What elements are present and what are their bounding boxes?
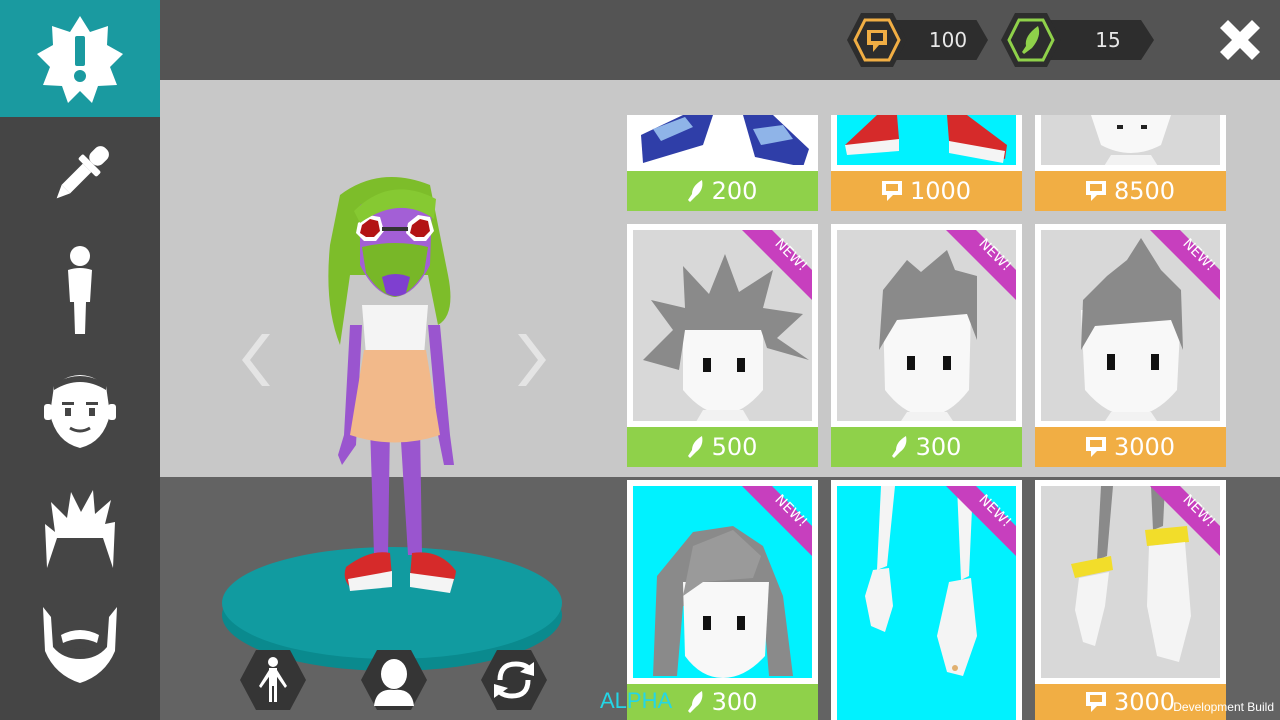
alert-tab[interactable] — [0, 0, 160, 117]
body-icon — [68, 246, 92, 334]
tile-mohawk-hair[interactable]: NEW! 3000 — [1035, 224, 1226, 467]
price-tag: 300 — [831, 427, 1022, 467]
feather-icon — [687, 436, 702, 458]
price-tag: 1000 — [831, 171, 1022, 211]
rotate-right-arrow[interactable] — [510, 330, 550, 390]
tile-red-sneakers[interactable]: 1000 — [831, 115, 1022, 211]
price-value: 8500 — [1113, 177, 1176, 205]
price-value: 3000 — [1113, 688, 1176, 716]
red-sneakers-image — [845, 115, 1007, 163]
blue-sneakers-image — [641, 115, 809, 165]
character-model[interactable] — [320, 175, 470, 600]
feather-balance-value: 15 — [1046, 20, 1154, 60]
category-sidebar — [0, 0, 160, 720]
item-preview: NEW! — [831, 480, 1022, 720]
chat-token-icon — [1085, 437, 1106, 457]
price-value: 3000 — [1113, 433, 1176, 461]
price-value: 500 — [711, 433, 758, 461]
price-tag: 8500 — [1035, 171, 1226, 211]
tile-blue-sneakers[interactable]: 200 — [627, 115, 818, 211]
item-preview — [831, 115, 1022, 171]
chat-token-icon — [1085, 692, 1106, 712]
head-view-button[interactable] — [360, 648, 428, 712]
tile-spiky-hair[interactable]: NEW! 500 — [627, 224, 818, 467]
chat-token-icon — [881, 181, 902, 201]
new-ribbon: NEW! — [1150, 230, 1220, 300]
feather-icon — [687, 180, 702, 202]
item-preview: NEW! — [627, 480, 818, 684]
body-tab[interactable] — [0, 240, 160, 340]
item-preview: NEW! — [1035, 224, 1226, 427]
price-value: 1000 — [909, 177, 972, 205]
close-icon[interactable] — [1214, 14, 1266, 66]
full-body-view-button[interactable] — [239, 648, 307, 712]
tile-white-gloves[interactable]: NEW! — [831, 480, 1022, 720]
feather-balance: 15 — [1000, 12, 1154, 68]
tile-gold-bracer-gloves[interactable]: NEW! 3000 — [1035, 480, 1226, 720]
price-tag: 200 — [627, 171, 818, 211]
new-ribbon: NEW! — [1150, 486, 1220, 556]
tile-face[interactable]: 8500 — [1035, 115, 1226, 211]
face-icon — [44, 375, 116, 448]
tile-swept-hair[interactable]: NEW! 300 — [831, 224, 1022, 467]
chat-token-icon — [1085, 181, 1106, 201]
new-ribbon: NEW! — [742, 230, 812, 300]
face-image — [1091, 115, 1171, 165]
chat-token-icon — [847, 13, 907, 67]
rotate-view-button[interactable] — [480, 648, 548, 712]
item-preview: NEW! — [831, 224, 1022, 427]
price-tag: 3000 — [1035, 427, 1226, 467]
price-value: 300 — [711, 688, 758, 716]
beard-tab[interactable] — [0, 595, 160, 695]
price-value: 200 — [711, 177, 758, 205]
alpha-label: ALPHA — [600, 688, 673, 713]
eyedropper-icon — [56, 146, 109, 199]
item-preview — [627, 115, 818, 171]
item-preview: NEW! — [627, 224, 818, 427]
price-tag: 500 — [627, 427, 818, 467]
token-balance: 100 — [846, 12, 988, 68]
face-tab[interactable] — [0, 358, 160, 458]
rotate-left-arrow[interactable] — [238, 330, 278, 390]
feather-icon — [891, 436, 906, 458]
item-preview — [1035, 115, 1226, 171]
item-preview: NEW! — [1035, 480, 1226, 684]
beard-icon — [43, 607, 117, 683]
new-ribbon: NEW! — [946, 230, 1016, 300]
feather-icon — [687, 691, 702, 713]
hair-tab[interactable] — [0, 478, 160, 578]
alert-badge-icon — [37, 15, 123, 103]
price-value: 300 — [915, 433, 962, 461]
new-ribbon: NEW! — [946, 486, 1016, 556]
new-ribbon: NEW! — [742, 486, 812, 556]
development-build-label: Development Build — [1173, 700, 1274, 714]
tile-long-hair[interactable]: NEW! 300 — [627, 480, 818, 720]
color-tab[interactable] — [0, 125, 160, 225]
hair-icon — [45, 490, 115, 568]
feather-icon — [1001, 13, 1061, 67]
